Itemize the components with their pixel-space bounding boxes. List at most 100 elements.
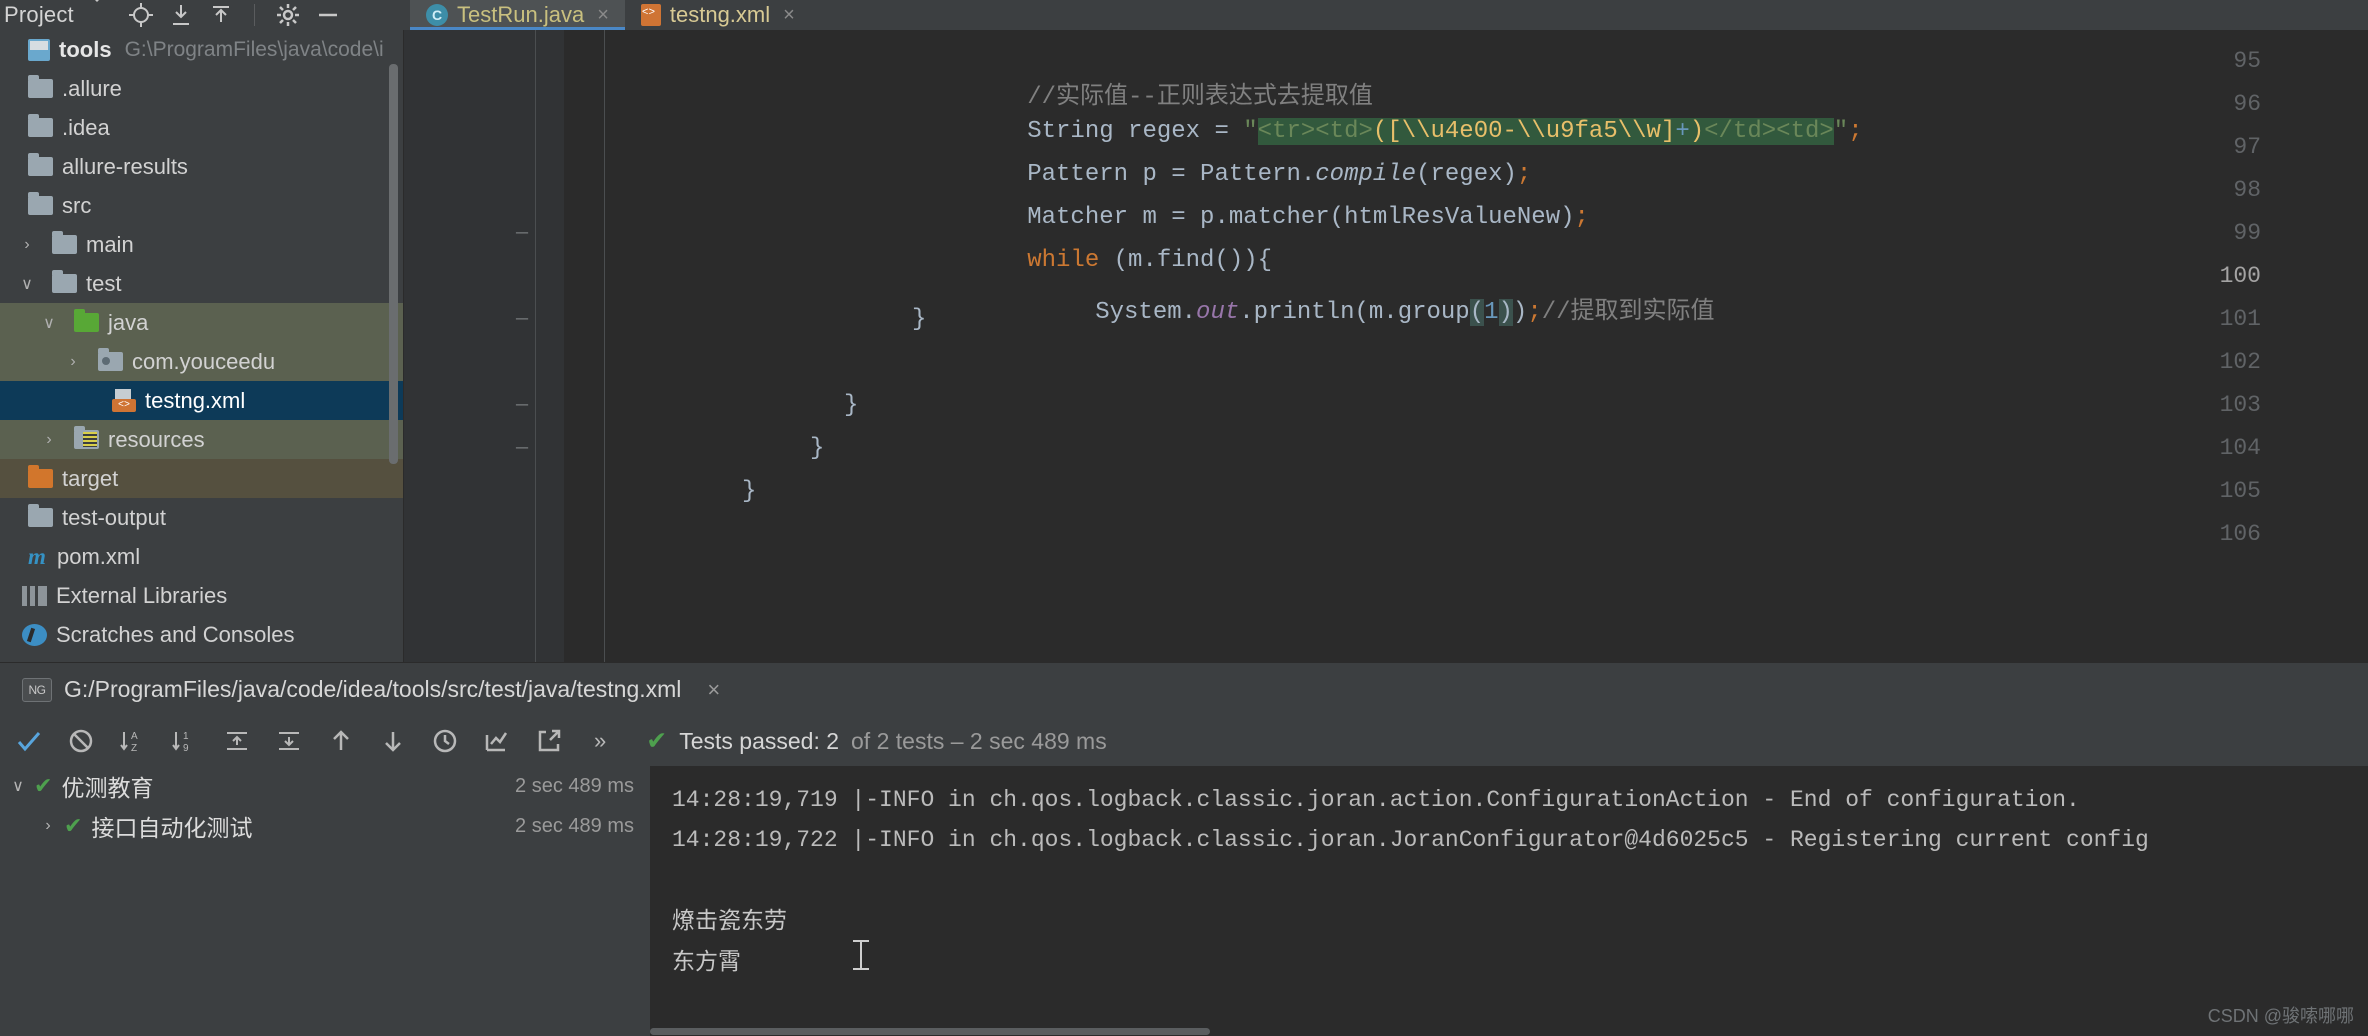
test-results-tree[interactable]: ∨ ✔ 优测教育 2 sec 489 ms › ✔ 接口自动化测试 2 sec …: [0, 766, 650, 1036]
sort-alphabetically-icon[interactable]: AZ: [118, 726, 148, 756]
tests-detail-text: of 2 tests – 2 sec 489 ms: [851, 727, 1107, 754]
expand-all-icon[interactable]: [222, 726, 252, 756]
hide-ignored-icon[interactable]: [66, 726, 96, 756]
tree-item-test[interactable]: ∨ test: [0, 264, 404, 303]
fold-marker-icon[interactable]: ─: [512, 309, 532, 329]
tree-item-label: Scratches and Consoles: [56, 621, 295, 647]
tree-item-allure[interactable]: › .allure: [0, 69, 404, 108]
watermark: CSDN @骏嗦哪哪: [2207, 1006, 2354, 1026]
tree-item-external-libraries[interactable]: › External Libraries: [0, 576, 404, 615]
tree-item-testng-xml[interactable]: › <> testng.xml: [0, 381, 404, 420]
run-panel: ∨ ✔ 优测教育 2 sec 489 ms › ✔ 接口自动化测试 2 sec …: [0, 766, 2368, 1036]
tree-item-label: src: [62, 192, 92, 218]
tree-scrollbar[interactable]: [389, 64, 398, 464]
test-node-child[interactable]: › ✔ 接口自动化测试 2 sec 489 ms: [0, 806, 650, 846]
folder-icon: [28, 153, 53, 176]
export-results-icon[interactable]: [482, 726, 512, 756]
code-token: ": [1833, 118, 1849, 145]
tree-item-main[interactable]: › main: [0, 225, 404, 264]
breadcrumb[interactable]: NG G:/ProgramFiles/java/code/idea/tools/…: [0, 662, 2368, 716]
tests-passed-text: Tests passed: 2: [679, 727, 840, 754]
chevron-down-icon[interactable]: ∨: [16, 274, 38, 294]
close-icon[interactable]: ×: [707, 677, 720, 703]
collapse-all-icon[interactable]: [274, 726, 304, 756]
more-actions-icon[interactable]: »: [594, 728, 606, 754]
code-token: 1: [1484, 299, 1499, 326]
chevron-right-icon[interactable]: ›: [38, 431, 60, 449]
folder-icon: [28, 192, 53, 215]
project-toolwindow-title: Project: [4, 2, 74, 27]
source-folder-icon: [74, 309, 99, 332]
chevron-right-icon[interactable]: ›: [32, 817, 64, 835]
sort-by-duration-icon[interactable]: 19: [170, 726, 200, 756]
module-path: G:\ProgramFiles\java\code\i: [124, 37, 384, 61]
tree-item-com-youceedu[interactable]: › com.youceedu: [0, 342, 404, 381]
settings-gear-icon[interactable]: [275, 2, 301, 28]
minimize-icon[interactable]: [315, 2, 341, 28]
run-toolbar[interactable]: AZ 19 » ✔ Tests passed: 2 of 2 tests – 2…: [0, 716, 2368, 766]
show-passed-icon[interactable]: [14, 726, 44, 756]
close-icon[interactable]: ×: [783, 4, 795, 27]
tree-item-label: target: [62, 465, 119, 491]
tree-item-label: com.youceedu: [132, 348, 276, 374]
tree-item-pom-xml[interactable]: ›m pom.xml: [0, 537, 404, 576]
testng-icon: NG: [22, 677, 52, 702]
xml-file-icon: <>: [112, 388, 136, 413]
close-icon[interactable]: ×: [597, 4, 609, 27]
tree-item-java[interactable]: ∨ java: [0, 303, 404, 342]
code-text[interactable]: //实际值--正则表达式去提取值 String regex = "<tr><td…: [572, 30, 2368, 662]
editor-gutter[interactable]: [404, 30, 564, 662]
console-scrollbar[interactable]: [650, 1028, 1210, 1035]
console-output-line: 燎击瓷东劳: [672, 907, 787, 933]
tree-item-label: allure-results: [62, 153, 188, 179]
editor-tabs: C TestRun.java × testng.xml ×: [410, 0, 811, 30]
fold-marker-icon[interactable]: ─: [512, 395, 532, 415]
open-in-browser-icon[interactable]: [534, 726, 564, 756]
tree-item-tools[interactable]: › tools G:\ProgramFiles\java\code\i: [0, 30, 404, 69]
tree-item-allure-results[interactable]: › allure-results: [0, 147, 404, 186]
collapse-all-icon[interactable]: [208, 2, 234, 28]
fold-marker-icon[interactable]: ─: [512, 223, 532, 243]
history-icon[interactable]: [430, 726, 460, 756]
code-token: out: [1196, 299, 1240, 326]
tree-item-test-output[interactable]: › test-output: [0, 498, 404, 537]
tab-testng-xml[interactable]: testng.xml ×: [624, 0, 811, 30]
code-token: ): [1512, 299, 1528, 326]
tree-item-label: External Libraries: [56, 582, 228, 608]
chevron-down-icon[interactable]: [87, 0, 114, 28]
tree-item-idea[interactable]: › .idea: [0, 108, 404, 147]
folder-icon: [52, 270, 77, 293]
prev-failed-icon[interactable]: [326, 726, 356, 756]
console-output[interactable]: 14:28:19,719 |-INFO in ch.qos.logback.cl…: [650, 766, 2368, 1036]
tree-item-target[interactable]: › target: [0, 459, 404, 498]
chevron-down-icon[interactable]: ∨: [2, 776, 34, 796]
chevron-right-icon[interactable]: ›: [62, 353, 84, 371]
tree-item-resources[interactable]: › resources: [0, 420, 404, 459]
chevron-down-icon[interactable]: ∨: [38, 313, 60, 333]
test-node-root[interactable]: ∨ ✔ 优测教育 2 sec 489 ms: [0, 766, 650, 806]
project-tree[interactable]: › tools G:\ProgramFiles\java\code\i › .a…: [0, 30, 404, 662]
code-line-103: }: [844, 392, 859, 419]
ide-window: Project C TestRun.java × <> testng.xml ×…: [0, 0, 2368, 1036]
expand-all-icon[interactable]: [168, 2, 194, 28]
tab-testrun-java[interactable]: C TestRun.java ×: [410, 0, 625, 30]
code-editor[interactable]: 95 96 97 98 99 100 101 102 103 104 105 1…: [404, 30, 2368, 662]
breadcrumb-path: G:/ProgramFiles/java/code/idea/tools/src…: [64, 676, 682, 702]
maven-icon: m: [28, 543, 46, 569]
tree-item-label: resources: [108, 426, 205, 452]
line-comment: //提取到实际值: [1541, 299, 1715, 326]
locate-icon[interactable]: [128, 2, 154, 28]
excluded-folder-icon: [28, 465, 53, 488]
xml-file-icon: [640, 4, 661, 26]
chevron-right-icon[interactable]: ›: [16, 236, 38, 254]
next-failed-icon[interactable]: [378, 726, 408, 756]
fold-marker-icon[interactable]: ─: [512, 438, 532, 458]
tree-item-scratches-and-consoles[interactable]: › Scratches and Consoles: [0, 615, 404, 654]
folder-icon: [28, 504, 53, 527]
top-bar: Project C TestRun.java × <> testng.xml ×: [0, 0, 2368, 30]
tree-item-label: java: [108, 309, 149, 335]
tab-label: TestRun.java: [457, 2, 585, 27]
tree-item-src[interactable]: › src: [0, 186, 404, 225]
console-line: 14:28:19,722 |-INFO in ch.qos.logback.cl…: [672, 827, 2149, 853]
